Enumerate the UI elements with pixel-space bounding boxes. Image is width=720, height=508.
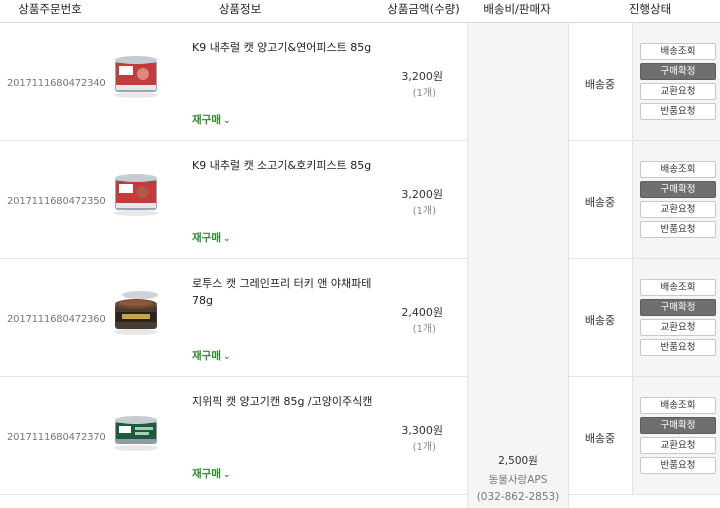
order-number: 2017111680472340	[7, 78, 106, 89]
cat-food-can-icon	[114, 291, 158, 335]
order-table: 상품주문번호 상품정보 상품금액(수량) 배송비/판매자 진행상태 2,500원…	[0, 0, 720, 508]
cat-food-can-icon	[114, 56, 158, 98]
product-name[interactable]: K9 내추럴 캣 소고기&호키피스트 85g	[192, 157, 387, 174]
status-cell: 배송중	[568, 23, 632, 141]
header-status: 진행상태	[628, 2, 672, 16]
shipping-fee: 2,500원	[498, 455, 538, 467]
delivery-status: 배송중	[584, 432, 616, 445]
order-number: 2017111680472360	[7, 314, 106, 325]
rebuy-link[interactable]: 재구매 ⌄	[192, 112, 231, 127]
product-quantity: (1개)	[412, 206, 436, 217]
product-name[interactable]: K9 내추럴 캣 양고기&연어피스트 85g	[192, 39, 387, 56]
header-product-info: 상품정보	[218, 2, 262, 16]
table-header: 상품주문번호 상품정보 상품금액(수량) 배송비/판매자 진행상태	[0, 0, 720, 23]
product-quantity: (1개)	[412, 88, 436, 99]
return-request-button[interactable]: 반품요청	[640, 103, 716, 120]
order-number: 2017111680472350	[7, 196, 106, 207]
order-row: 2017111680472360 로투스 캣 그레인프리 터키 앤 야채파테 7…	[0, 259, 467, 377]
header-order-no: 상품주문번호	[18, 2, 82, 16]
product-name[interactable]: 지위픽 캣 양고기캔 85g /고양이주식캔	[192, 393, 387, 410]
product-quantity: (1개)	[412, 324, 436, 335]
track-delivery-button[interactable]: 배송조회	[640, 43, 716, 60]
action-buttons: 배송조회 구매확정 교환요청 반품요청	[632, 259, 720, 377]
return-request-button[interactable]: 반품요청	[640, 221, 716, 238]
confirm-purchase-button[interactable]: 구매확정	[640, 181, 716, 198]
action-buttons: 배송조회 구매확정 교환요청 반품요청	[632, 23, 720, 141]
confirm-purchase-button[interactable]: 구매확정	[640, 63, 716, 80]
product-price: 2,400원	[401, 306, 443, 319]
seller-phone: (032-862-2853)	[476, 491, 560, 503]
status-cell: 배송중	[568, 141, 632, 259]
product-thumbnail[interactable]	[110, 400, 162, 458]
product-thumbnail[interactable]	[110, 282, 162, 340]
rebuy-link[interactable]: 재구매 ⌄	[192, 466, 231, 481]
return-request-button[interactable]: 반품요청	[640, 339, 716, 356]
delivery-status: 배송중	[584, 78, 616, 91]
confirm-purchase-button[interactable]: 구매확정	[640, 299, 716, 316]
track-delivery-button[interactable]: 배송조회	[640, 397, 716, 414]
rebuy-label: 재구매	[192, 232, 221, 244]
chevron-down-icon: ⌄	[222, 352, 231, 362]
product-price: 3,200원	[401, 70, 443, 83]
product-name[interactable]: 로투스 캣 그레인프리 터키 앤 야채파테 78g	[192, 275, 387, 309]
rebuy-label: 재구매	[192, 350, 221, 362]
exchange-request-button[interactable]: 교환요청	[640, 201, 716, 218]
product-quantity: (1개)	[412, 442, 436, 453]
cat-food-can-icon	[114, 416, 158, 451]
exchange-request-button[interactable]: 교환요청	[640, 437, 716, 454]
product-price: 3,200원	[401, 188, 443, 201]
confirm-purchase-button[interactable]: 구매확정	[640, 417, 716, 434]
delivery-status: 배송중	[584, 314, 616, 327]
header-price-qty: 상품금액(수량)	[387, 2, 460, 16]
cat-food-can-icon	[114, 174, 158, 216]
rebuy-link[interactable]: 재구매 ⌄	[192, 230, 231, 245]
return-request-button[interactable]: 반품요청	[640, 457, 716, 474]
product-thumbnail[interactable]	[110, 46, 162, 104]
order-row: 2017111680472340 K9 내추럴 캣 양고기&연어피스트 85g …	[0, 23, 467, 141]
order-row: 2017111680472370 지위픽 캣 양고기캔 85g /고양이주식캔 …	[0, 377, 467, 495]
header-shipping-seller: 배송비/판매자	[483, 2, 551, 16]
track-delivery-button[interactable]: 배송조회	[640, 161, 716, 178]
status-cell: 배송중	[568, 377, 632, 495]
chevron-down-icon: ⌄	[222, 234, 231, 244]
chevron-down-icon: ⌄	[222, 470, 231, 480]
rebuy-label: 재구매	[192, 114, 221, 126]
action-buttons: 배송조회 구매확정 교환요청 반품요청	[632, 377, 720, 495]
order-row: 2017111680472350 K9 내추럴 캣 소고기&호키피스트 85g …	[0, 141, 467, 259]
shipping-seller-cell: 2,500원 동물사랑APS (032-862-2853)	[467, 23, 569, 508]
seller-name: 동물사랑APS	[488, 474, 548, 486]
delivery-status: 배송중	[584, 196, 616, 209]
product-price: 3,300원	[401, 424, 443, 437]
exchange-request-button[interactable]: 교환요청	[640, 319, 716, 336]
rebuy-link[interactable]: 재구매 ⌄	[192, 348, 231, 363]
order-number: 2017111680472370	[7, 432, 106, 443]
rebuy-label: 재구매	[192, 468, 221, 480]
product-thumbnail[interactable]	[110, 164, 162, 222]
status-cell: 배송중	[568, 259, 632, 377]
chevron-down-icon: ⌄	[222, 116, 231, 126]
exchange-request-button[interactable]: 교환요청	[640, 83, 716, 100]
action-buttons: 배송조회 구매확정 교환요청 반품요청	[632, 141, 720, 259]
track-delivery-button[interactable]: 배송조회	[640, 279, 716, 296]
